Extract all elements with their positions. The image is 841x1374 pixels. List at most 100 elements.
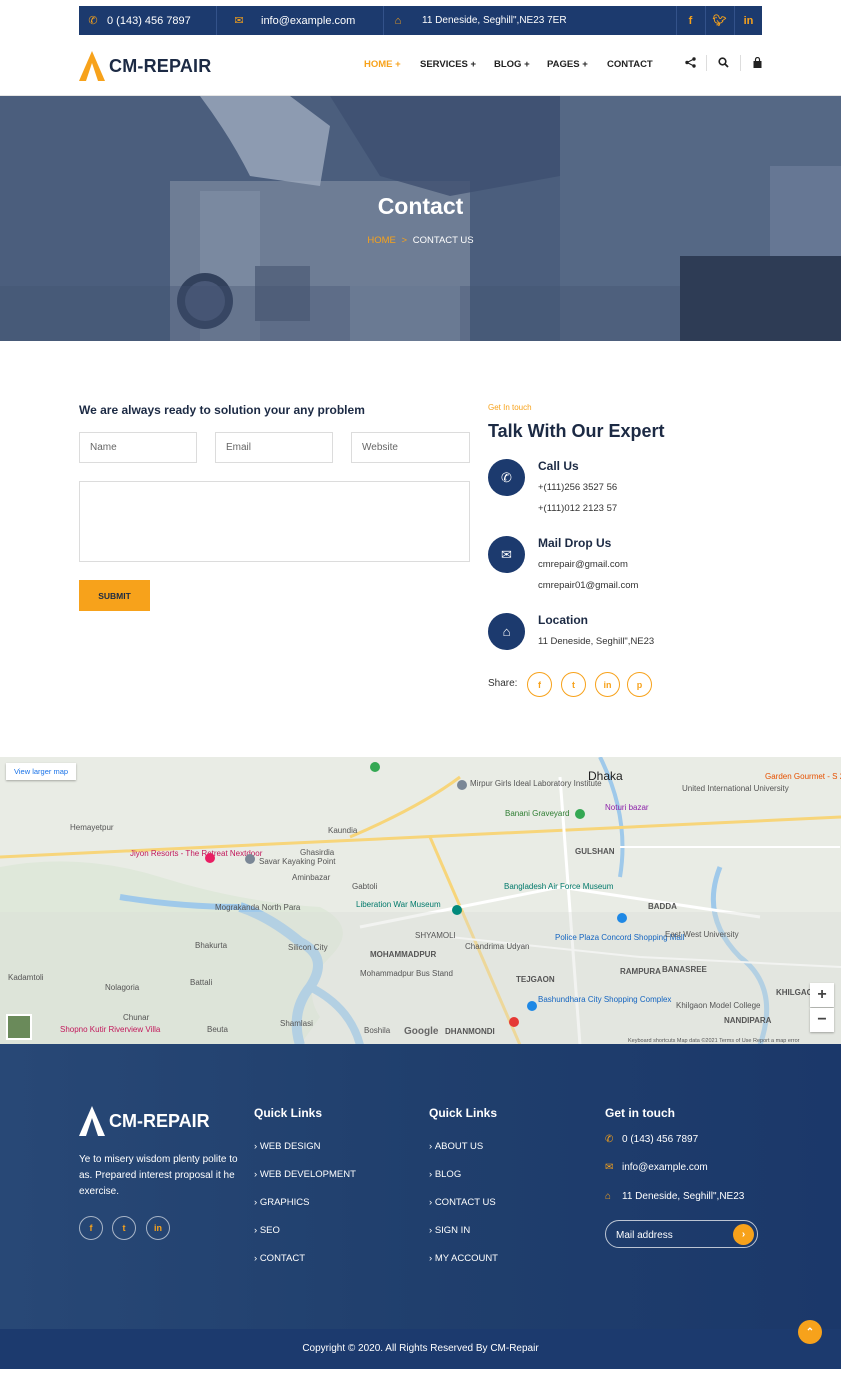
nav-contact[interactable]: CONTACT [607, 59, 653, 70]
footer-link[interactable]: › CONTACT [254, 1253, 305, 1264]
mail-address-1[interactable]: cmrepair@gmail.com [538, 559, 628, 570]
newsletter-email-input[interactable] [616, 1227, 726, 1243]
zoom-in-button[interactable]: + [810, 983, 834, 1007]
footer-link[interactable]: › BLOG [429, 1169, 461, 1180]
map-label: Kaundia [328, 826, 358, 835]
facebook-icon[interactable]: f [676, 6, 704, 35]
map-label: Banani Graveyard [505, 809, 570, 818]
map-label: Boshila [364, 1026, 391, 1035]
divider [740, 55, 741, 71]
home-icon: ⌂ [605, 1191, 612, 1202]
section-subtitle: Get In touch [488, 403, 532, 412]
pinterest-icon[interactable]: p [627, 672, 652, 697]
park-pin-icon[interactable] [575, 809, 585, 819]
newsletter-form: › [605, 1220, 758, 1248]
map-label: Mohammadpur Bus Stand [360, 969, 453, 978]
call-number-1[interactable]: +(111)256 3527 56 [538, 482, 617, 493]
email-field[interactable] [215, 432, 333, 463]
shopping-pin-icon[interactable] [617, 913, 627, 923]
logo-icon [79, 51, 105, 81]
footer-link[interactable]: › MY ACCOUNT [429, 1253, 498, 1264]
twitter-icon[interactable]: t [112, 1216, 136, 1240]
footer-link[interactable]: › SIGN IN [429, 1225, 470, 1236]
phone-icon: ✆ [488, 459, 525, 496]
submit-button[interactable]: SUBMIT [79, 580, 150, 611]
nav-pages[interactable]: PAGES + [547, 59, 588, 70]
mail-address-2[interactable]: cmrepair01@gmail.com [538, 580, 638, 591]
footer-link[interactable]: › ABOUT US [429, 1141, 483, 1152]
topbar-phone-text: 0 (143) 456 7897 [107, 14, 191, 27]
topbar-phone[interactable]: ✆ 0 (143) 456 7897 [79, 6, 191, 35]
topbar-address-text: 11 Deneside, Seghill",NE23 7ER [422, 15, 567, 26]
map-label: Silicon City [288, 943, 328, 952]
map-label: BADDA [648, 902, 677, 911]
twitter-icon[interactable]: t [561, 672, 586, 697]
footer-link[interactable]: › WEB DESIGN [254, 1141, 321, 1152]
map-label: Bashundhara City Shopping Complex [538, 995, 672, 1004]
footer-logo[interactable]: CM-REPAIR [79, 1106, 210, 1136]
map-label: Kadamtoli [8, 973, 44, 982]
breadcrumb-current: CONTACT US [412, 235, 474, 246]
breadcrumb-home[interactable]: HOME [367, 235, 396, 246]
park-pin-icon[interactable] [370, 762, 380, 772]
phone-icon: ✆ [88, 15, 98, 27]
newsletter-submit-button[interactable]: › [733, 1224, 754, 1245]
shopping-pin-icon[interactable] [527, 1001, 537, 1011]
place-pin-icon[interactable] [457, 780, 467, 790]
footer-link[interactable]: › WEB DEVELOPMENT [254, 1169, 356, 1180]
linkedin-icon[interactable]: in [146, 1216, 170, 1240]
call-number-2[interactable]: +(111)012 2123 57 [538, 503, 617, 514]
topbar-email[interactable]: ✉ info@example.com [225, 6, 355, 35]
phone-icon: ✆ [605, 1134, 614, 1145]
hospital-pin-icon[interactable] [509, 1017, 519, 1027]
map-label: Garden Gourmet - S 2 by S&S Cuisineurs [765, 772, 841, 781]
map-label: Savar Kayaking Point [259, 857, 336, 866]
footer-email[interactable]: ✉ info@example.com [605, 1162, 708, 1173]
message-field[interactable] [79, 481, 470, 562]
map[interactable]: View larger map Dhaka Mirpur Girls Ideal… [0, 757, 841, 1045]
map-label: SHYAMOLI [415, 931, 456, 940]
envelope-icon: ✉ [488, 536, 525, 573]
logo[interactable]: CM-REPAIR [79, 51, 211, 81]
home-icon: ⌂ [488, 613, 525, 650]
footer-phone[interactable]: ✆ 0 (143) 456 7897 [605, 1134, 698, 1145]
google-logo: Google [404, 1026, 439, 1037]
topbar-email-text: info@example.com [261, 14, 356, 27]
share-icon[interactable] [685, 57, 696, 71]
bag-icon[interactable] [752, 56, 763, 71]
envelope-icon: ✉ [605, 1162, 614, 1173]
map-label: Mirpur Girls Ideal Laboratory Institute [470, 779, 602, 788]
top-bar: ✆ 0 (143) 456 7897 ✉ info@example.com ⌂ … [0, 0, 841, 35]
map-label: Khilgaon Model College [676, 1001, 761, 1010]
linkedin-icon[interactable]: in [595, 672, 620, 697]
name-field[interactable] [79, 432, 197, 463]
nav-home[interactable]: HOME + [364, 59, 401, 70]
facebook-icon[interactable]: f [79, 1216, 103, 1240]
nav-services[interactable]: SERVICES + [420, 59, 476, 70]
linkedin-icon[interactable]: in [734, 6, 762, 35]
map-label: Beuta [207, 1025, 228, 1034]
place-pin-icon[interactable] [245, 854, 255, 864]
map-label: Ghasirdia [300, 848, 335, 857]
breadcrumb-separator: > [401, 235, 408, 246]
website-field[interactable] [351, 432, 470, 463]
view-larger-map-link[interactable]: View larger map [6, 763, 77, 780]
map-label: United International University [682, 784, 789, 793]
map-label: Shopno Kutir Riverview Villa [60, 1025, 161, 1034]
breadcrumb: HOME > CONTACT US [0, 235, 841, 246]
footer-link[interactable]: › GRAPHICS [254, 1197, 309, 1208]
footer-link[interactable]: › CONTACT US [429, 1197, 496, 1208]
twitter-icon[interactable]: 🐦︎ [705, 6, 733, 35]
map-label: Battali [190, 978, 213, 987]
search-icon[interactable] [718, 57, 729, 71]
museum-pin-icon[interactable] [452, 905, 462, 915]
scroll-to-top-button[interactable]: ⌃ [798, 1320, 822, 1344]
zoom-out-button[interactable]: − [810, 1008, 834, 1032]
facebook-icon[interactable]: f [527, 672, 552, 697]
hotel-pin-icon[interactable] [205, 853, 215, 863]
nav-blog[interactable]: BLOG + [494, 59, 530, 70]
map-label: BANASREE [662, 965, 707, 974]
copyright-text: Copyright © 2020. All Rights Reserved By… [302, 1343, 539, 1354]
map-label: Bhakurta [195, 941, 228, 950]
footer-link[interactable]: › SEO [254, 1225, 280, 1236]
